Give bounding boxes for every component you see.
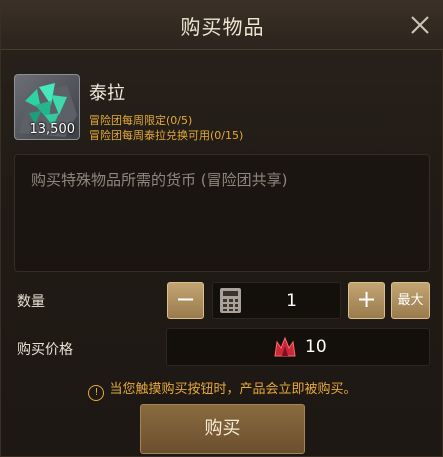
weekly-exchange-limit-text: 冒险团每周泰拉兑换可用(0/15) (89, 129, 244, 142)
dialog-header: 购买物品 (1, 1, 443, 50)
dialog-title: 购买物品 (180, 15, 265, 39)
quantity-value: 1 (286, 291, 297, 311)
tera-item-icon: 13,500 (14, 74, 80, 140)
quantity-label: 数量 (17, 294, 45, 310)
purchase-dialog: 购买物品 13,500 泰拉 冒险团每周限定(0/5) 冒险团每周泰拉兑换可用(… (0, 0, 443, 457)
purchase-notice: ! 当您触摸购买按钮时，产品会立即被购买。 (1, 378, 443, 401)
buy-button[interactable]: 购买 (140, 404, 305, 454)
weekly-limit-text: 冒险团每周限定(0/5) (89, 114, 193, 127)
price-field: 10 (166, 328, 430, 366)
max-quantity-button[interactable]: 最大 (391, 282, 430, 319)
price-label: 购买价格 (17, 342, 73, 358)
quantity-field[interactable]: 1 (212, 282, 341, 319)
red-crown-currency-icon (274, 336, 296, 357)
warning-icon: ! (88, 385, 105, 401)
item-quantity: 13,500 (29, 122, 76, 137)
increase-quantity-button[interactable]: + (348, 282, 385, 319)
item-name: 泰拉 (89, 83, 125, 104)
close-icon[interactable] (404, 9, 436, 41)
description-box: 购买特殊物品所需的货币 (冒险团共享) (14, 154, 430, 272)
decrease-quantity-button[interactable]: − (167, 282, 204, 319)
notice-text: 当您触摸购买按钮时，产品会立即被购买。 (109, 382, 357, 397)
description-text: 购买特殊物品所需的货币 (冒险团共享) (31, 171, 288, 189)
price-value: 10 (305, 337, 327, 357)
